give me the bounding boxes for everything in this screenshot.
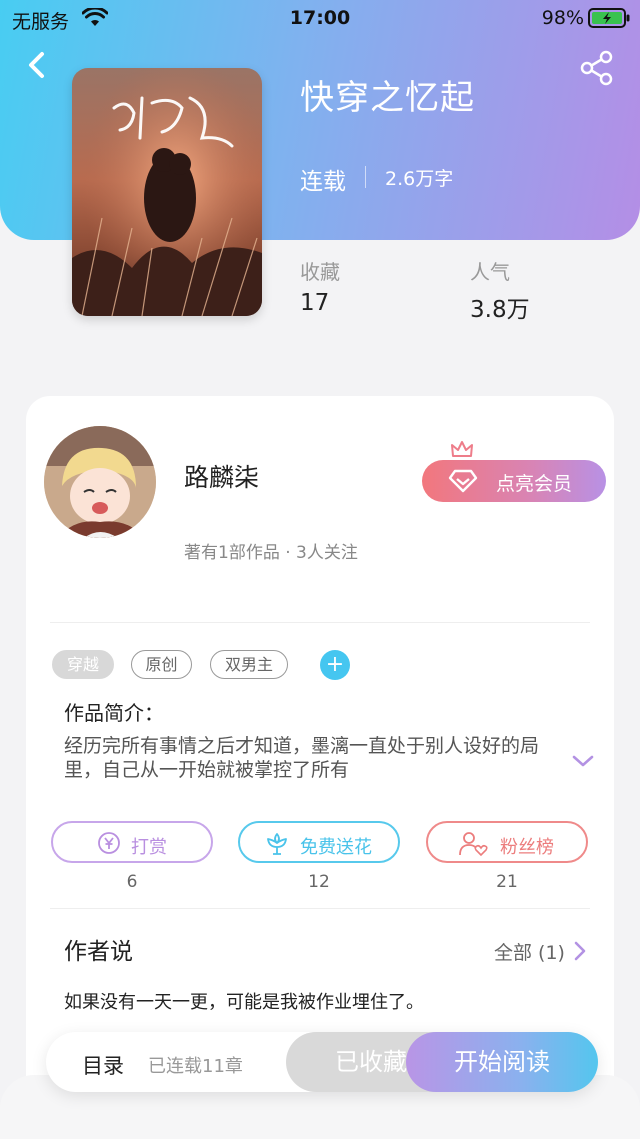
- intro-title: 作品简介：: [64, 701, 164, 725]
- divider: [365, 166, 366, 188]
- battery-charging-icon: [588, 8, 630, 28]
- avatar-image: [44, 426, 156, 538]
- chapter-count: 已连载11章: [148, 1056, 243, 1077]
- fan-count: 21: [496, 872, 518, 892]
- author-name[interactable]: 路麟柒: [184, 458, 259, 494]
- send-flower-label: 免费送花: [300, 837, 372, 858]
- vip-button[interactable]: 点亮会员: [422, 460, 606, 502]
- author-avatar[interactable]: [44, 426, 156, 538]
- stat-label-favorites: 收藏: [300, 260, 340, 284]
- send-flower-button[interactable]: 免费送花: [238, 821, 400, 863]
- share-icon[interactable]: [578, 50, 618, 86]
- vip-label: 点亮会员: [496, 473, 573, 495]
- tip-count: 6: [126, 872, 138, 892]
- book-cover[interactable]: [72, 68, 262, 316]
- back-icon[interactable]: [20, 48, 56, 84]
- flower-count: 12: [308, 872, 330, 892]
- fan-user-icon: [459, 832, 488, 857]
- stat-label-popularity: 人气: [470, 260, 510, 284]
- author-say-title: 作者说: [64, 939, 133, 965]
- fan-rank-label: 粉丝榜: [500, 837, 554, 858]
- intro-text: 经历完所有事情之后才知道，墨漓一直处于别人设好的局里，自己从一开始就被掌控了所有: [64, 735, 540, 781]
- tag-shuangnanzhu[interactable]: 双男主: [210, 650, 288, 679]
- tag-yuanchuang[interactable]: 原创: [131, 650, 192, 679]
- yen-coin-icon: [98, 832, 120, 854]
- flower-icon: [267, 833, 287, 855]
- start-reading-button[interactable]: 开始阅读: [406, 1032, 598, 1092]
- book-cover-image: [72, 68, 262, 316]
- word-count: 2.6万字: [385, 168, 454, 190]
- book-status: 连载: [300, 169, 346, 195]
- tag-chuanyue[interactable]: 穿越: [52, 650, 114, 679]
- divider: [50, 622, 590, 623]
- status-bar: 无服务 17:00 98%: [0, 0, 640, 36]
- book-title: 快穿之忆起: [300, 78, 475, 118]
- stat-value-favorites: 17: [300, 290, 330, 316]
- fan-rank-button[interactable]: 粉丝榜: [426, 821, 588, 863]
- tip-label: 打赏: [131, 837, 167, 858]
- crown-icon: [451, 441, 473, 457]
- author-say-text: 如果没有一天一更，可能是我被作业埋住了。: [64, 992, 424, 1013]
- chevron-right-icon[interactable]: [572, 940, 588, 962]
- stat-value-popularity: 3.8万: [470, 297, 530, 323]
- diamond-icon: [448, 469, 478, 493]
- add-tag-button[interactable]: +: [320, 650, 350, 680]
- chevron-down-icon[interactable]: [571, 752, 595, 770]
- battery-percent: 98%: [541, 7, 584, 29]
- divider: [50, 908, 590, 909]
- author-say-all-link[interactable]: 全部 (1): [494, 938, 565, 965]
- author-meta: 著有1部作品 · 3人关注: [184, 543, 358, 563]
- toc-button[interactable]: 目录: [82, 1050, 124, 1080]
- tip-button[interactable]: 打赏: [51, 821, 213, 863]
